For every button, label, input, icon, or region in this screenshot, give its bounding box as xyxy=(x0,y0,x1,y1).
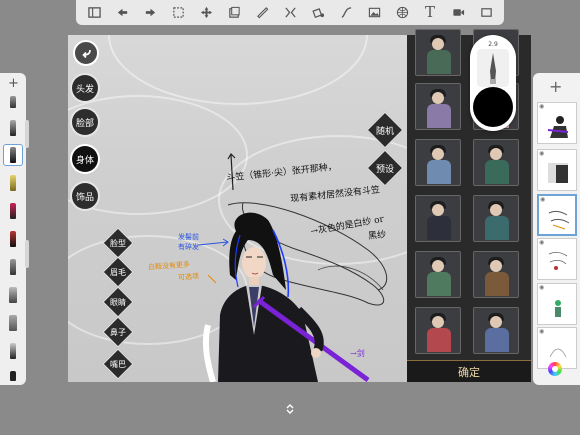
visibility-eye-icon: ◉ xyxy=(539,239,545,246)
layer-thumbnail[interactable]: ◉ xyxy=(537,238,577,280)
back-button[interactable] xyxy=(73,40,99,66)
brush-item[interactable] xyxy=(3,340,23,362)
brush-item[interactable] xyxy=(3,365,23,387)
transform-icon[interactable] xyxy=(197,4,215,22)
nav-hair-label: 头发 xyxy=(75,84,94,95)
visibility-eye-icon: ◉ xyxy=(540,196,546,203)
color-wheel-icon[interactable] xyxy=(548,362,562,376)
character-card[interactable] xyxy=(415,307,461,354)
brush-item[interactable] xyxy=(3,172,23,194)
gallery-icon[interactable] xyxy=(85,4,103,22)
add-layer-button[interactable]: + xyxy=(549,77,562,96)
nav-hair-button[interactable]: 头发 xyxy=(72,75,98,101)
random-label: 随机 xyxy=(375,126,394,137)
character-card[interactable] xyxy=(473,251,519,298)
brush-preview-icon xyxy=(477,49,509,87)
character-card[interactable] xyxy=(415,83,461,130)
orange-note-line2: 可选项 xyxy=(177,272,200,282)
preset-label: 预设 xyxy=(375,164,394,175)
nav-accessory-label: 饰品 xyxy=(75,192,94,203)
layer-icon[interactable] xyxy=(225,4,243,22)
confirm-button[interactable]: 确定 xyxy=(407,360,531,382)
brush-size-popup[interactable]: 2.9 xyxy=(470,35,516,131)
nav-face-button[interactable]: 脸部 xyxy=(72,109,98,135)
character-card[interactable] xyxy=(415,139,461,186)
mouth-label: 嘴巴 xyxy=(110,359,126,369)
brush-panel: + xyxy=(0,73,26,385)
sword-note: →剑 xyxy=(350,349,365,358)
image-icon[interactable] xyxy=(365,4,383,22)
blue-note-line2: 有碎发 xyxy=(178,243,199,251)
fullscreen-icon[interactable] xyxy=(477,4,495,22)
character-card[interactable] xyxy=(415,195,461,242)
back-arrow-icon xyxy=(82,49,91,59)
brush-opacity-slider[interactable] xyxy=(25,240,29,268)
layer-thumbnail[interactable]: ◉ xyxy=(537,102,577,144)
brush-item[interactable] xyxy=(3,228,23,250)
brush-size-slider[interactable] xyxy=(25,120,29,148)
brush-size-dot xyxy=(473,87,513,127)
brush-size-value: 2.9 xyxy=(488,41,498,48)
undo-icon[interactable] xyxy=(113,4,131,22)
fill-icon[interactable] xyxy=(309,4,327,22)
layer-thumbnail[interactable]: ◉ xyxy=(537,149,577,191)
nav-accessory-button[interactable]: 饰品 xyxy=(72,183,98,209)
character-card[interactable] xyxy=(473,307,519,354)
layer-thumbnail[interactable]: ◉ xyxy=(537,283,577,325)
character-card[interactable] xyxy=(473,195,519,242)
visibility-eye-icon: ◉ xyxy=(539,103,545,110)
visibility-eye-icon: ◉ xyxy=(539,150,545,157)
curve-icon[interactable] xyxy=(337,4,355,22)
drawing-canvas[interactable]: 头发 脸部 身体 饰品 脸型 眉毛 眼睛 鼻子 嘴巴 随机 预设 斗笠（锥形·尖… xyxy=(68,35,407,382)
brush-item[interactable] xyxy=(3,91,23,113)
selection-icon[interactable] xyxy=(169,4,187,22)
add-brush-button[interactable]: + xyxy=(8,76,19,91)
layers-panel: + ◉ ◉ ◉ ◉ ◉ ◉ xyxy=(533,73,580,385)
perspective-icon[interactable] xyxy=(393,4,411,22)
video-icon[interactable] xyxy=(449,4,467,22)
brush-item[interactable] xyxy=(3,312,23,334)
blue-note-line1: 发髻前 xyxy=(178,233,199,241)
nav-body-button[interactable]: 身体 xyxy=(72,146,98,172)
brush-item[interactable] xyxy=(3,200,23,222)
top-toolbar: T xyxy=(76,0,504,25)
veil-note-line2: 黑纱 xyxy=(367,230,387,242)
redo-icon[interactable] xyxy=(141,4,159,22)
symmetry-icon[interactable] xyxy=(281,4,299,22)
nav-body-label: 身体 xyxy=(75,155,94,166)
visibility-eye-icon: ◉ xyxy=(539,328,545,335)
character-card[interactable] xyxy=(473,139,519,186)
face-shape-label: 脸型 xyxy=(110,238,126,248)
ruler-icon[interactable] xyxy=(253,4,271,22)
brush-item[interactable] xyxy=(3,284,23,306)
brush-item[interactable] xyxy=(3,117,23,139)
eyes-label: 眼睛 xyxy=(110,297,126,307)
brush-item-selected[interactable] xyxy=(3,144,23,166)
brush-item[interactable] xyxy=(3,256,23,278)
character-card[interactable] xyxy=(415,251,461,298)
nav-face-label: 脸部 xyxy=(75,118,94,129)
text-icon[interactable]: T xyxy=(421,4,439,22)
eyebrow-label: 眉毛 xyxy=(110,267,126,277)
handle-chevron-icon[interactable] xyxy=(284,402,296,416)
nose-label: 鼻子 xyxy=(110,327,126,337)
visibility-eye-icon: ◉ xyxy=(539,284,545,291)
character-card[interactable] xyxy=(415,29,461,76)
layer-thumbnail-selected[interactable]: ◉ xyxy=(537,194,577,236)
